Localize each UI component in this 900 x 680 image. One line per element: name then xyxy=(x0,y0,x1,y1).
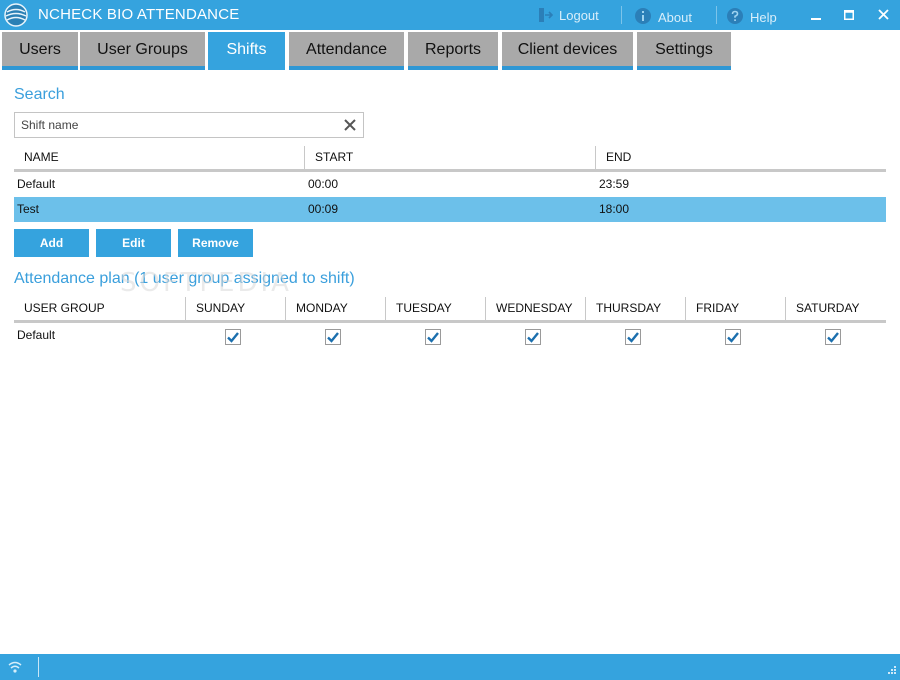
thursday-checkbox[interactable] xyxy=(625,329,641,345)
checkmark-icon xyxy=(327,332,339,343)
column-header-monday[interactable]: MONDAY xyxy=(286,297,385,320)
minimize-button[interactable] xyxy=(805,4,827,26)
maximize-icon xyxy=(844,10,854,20)
app-logo-icon xyxy=(4,3,28,27)
shift-start-cell: 00:00 xyxy=(308,177,339,191)
user-group-cell: Default xyxy=(17,328,56,342)
tab-attendance[interactable]: Attendance xyxy=(289,32,404,70)
shift-start-cell: 00:09 xyxy=(308,202,339,216)
app-title: NCHECK BIO ATTENDANCE xyxy=(38,6,240,23)
column-header-sunday[interactable]: SUNDAY xyxy=(186,297,285,320)
shifts-table: NAME START END Default 00:00 23:59 Test … xyxy=(14,146,886,222)
title-bar: NCHECK BIO ATTENDANCE Logout About Help xyxy=(0,0,900,30)
remove-shift-button[interactable]: Remove xyxy=(178,229,253,257)
main-tabs: Users User Groups Shifts Attendance Repo… xyxy=(0,30,900,70)
tab-shifts[interactable]: Shifts xyxy=(208,32,285,70)
column-header-user-group[interactable]: USER GROUP xyxy=(14,297,185,320)
help-label: Help xyxy=(750,10,777,25)
column-header-tuesday[interactable]: TUESDAY xyxy=(386,297,485,320)
status-bar xyxy=(0,654,900,680)
logout-button[interactable]: Logout xyxy=(537,7,599,23)
friday-checkbox[interactable] xyxy=(725,329,741,345)
logout-label: Logout xyxy=(559,8,599,23)
tab-reports[interactable]: Reports xyxy=(408,32,498,70)
watermark: SOFTPEDIA xyxy=(120,268,292,298)
column-header-wednesday[interactable]: WEDNESDAY xyxy=(486,297,585,320)
close-icon xyxy=(877,9,889,20)
tab-user-groups[interactable]: User Groups xyxy=(80,32,205,70)
column-header-thursday[interactable]: THURSDAY xyxy=(586,297,685,320)
checkmark-icon xyxy=(627,332,639,343)
monday-checkbox[interactable] xyxy=(325,329,341,345)
help-icon xyxy=(727,8,743,24)
about-button[interactable]: About xyxy=(634,7,692,25)
saturday-checkbox[interactable] xyxy=(825,329,841,345)
clear-search-icon[interactable] xyxy=(343,118,357,132)
shifts-table-header: NAME START END xyxy=(14,146,886,172)
tab-client-devices[interactable]: Client devices xyxy=(502,32,633,70)
table-row[interactable]: Default 00:00 23:59 xyxy=(14,172,886,197)
wednesday-checkbox[interactable] xyxy=(525,329,541,345)
tuesday-checkbox[interactable] xyxy=(425,329,441,345)
shift-name-cell: Default xyxy=(17,177,56,191)
checkmark-icon xyxy=(427,332,439,343)
search-box xyxy=(14,112,364,138)
about-label: About xyxy=(658,10,692,25)
status-divider xyxy=(38,657,39,677)
titlebar-divider xyxy=(621,6,622,24)
maximize-button[interactable] xyxy=(838,4,860,26)
info-icon xyxy=(635,8,651,24)
column-header-saturday[interactable]: SATURDAY xyxy=(786,297,886,320)
shift-end-cell: 18:00 xyxy=(599,202,630,216)
wifi-icon xyxy=(8,661,22,673)
titlebar-divider xyxy=(716,6,717,24)
checkmark-icon xyxy=(527,332,539,343)
logout-icon xyxy=(539,8,553,22)
attendance-plan-table: USER GROUP SUNDAY MONDAY TUESDAY WEDNESD… xyxy=(14,297,886,348)
table-row-selected[interactable]: Test 00:09 18:00 xyxy=(14,197,886,222)
column-header-friday[interactable]: FRIDAY xyxy=(686,297,785,320)
add-shift-button[interactable]: Add xyxy=(14,229,89,257)
close-button[interactable] xyxy=(872,4,894,26)
column-header-name[interactable]: NAME xyxy=(14,146,304,169)
tab-settings[interactable]: Settings xyxy=(637,32,731,70)
resize-grip-icon[interactable] xyxy=(886,666,897,677)
help-button[interactable]: Help xyxy=(726,7,777,25)
table-row: Default xyxy=(14,323,886,348)
shift-end-cell: 23:59 xyxy=(599,177,630,191)
shift-name-cell: Test xyxy=(17,202,40,216)
shift-name-search-input[interactable] xyxy=(21,117,331,133)
tab-users[interactable]: Users xyxy=(2,32,78,70)
column-header-end[interactable]: END xyxy=(596,146,886,169)
minimize-icon xyxy=(811,18,821,20)
checkmark-icon xyxy=(727,332,739,343)
checkmark-icon xyxy=(227,332,239,343)
search-heading: Search xyxy=(14,86,65,103)
edit-shift-button[interactable]: Edit xyxy=(96,229,171,257)
sunday-checkbox[interactable] xyxy=(225,329,241,345)
attendance-plan-header: USER GROUP SUNDAY MONDAY TUESDAY WEDNESD… xyxy=(14,297,886,323)
checkmark-icon xyxy=(827,332,839,343)
column-header-start[interactable]: START xyxy=(305,146,595,169)
